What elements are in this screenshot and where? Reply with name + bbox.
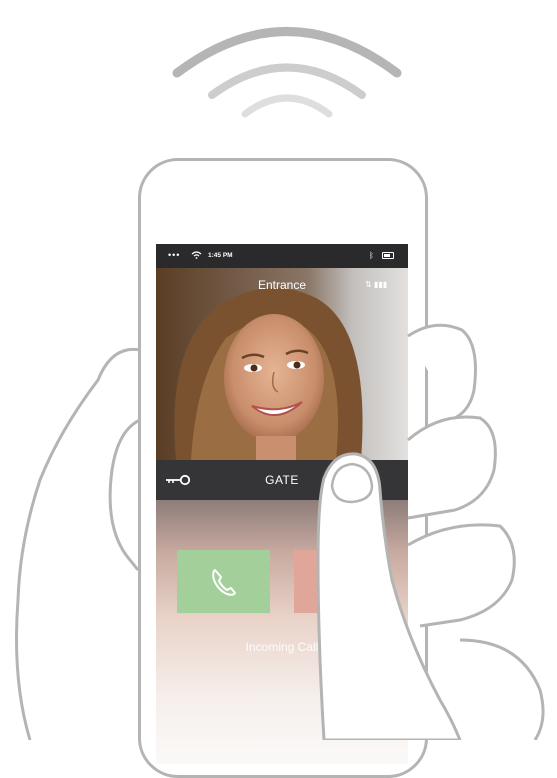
battery-icon (382, 252, 394, 259)
call-controls-area: Incoming Call (156, 500, 408, 764)
gate-label: GATE (265, 473, 299, 487)
status-bar: ••• 1:45 PM ᛒ (156, 244, 408, 268)
decline-call-button[interactable] (294, 550, 387, 613)
wireless-signal-icon (172, 27, 402, 118)
phone-screen: ••• 1:45 PM ᛒ Entrance ⇅ ▮▮▮ GATE Incomi… (156, 244, 408, 764)
video-feed: Entrance ⇅ ▮▮▮ (156, 268, 408, 460)
gate-open-bar[interactable]: GATE (156, 460, 408, 500)
connection-signal-indicator: ⇅ ▮▮▮ (365, 280, 388, 289)
status-time: 1:45 PM (208, 252, 233, 259)
wifi-icon (191, 251, 202, 259)
phone-icon (212, 569, 236, 596)
hang-up-icon (323, 575, 347, 591)
cellular-signal-icon: ••• (168, 250, 181, 260)
accept-call-button[interactable] (177, 550, 270, 613)
caller-video-image (156, 268, 408, 460)
incoming-call-label: Incoming Call (245, 640, 319, 654)
bluetooth-icon: ᛒ (369, 251, 374, 260)
